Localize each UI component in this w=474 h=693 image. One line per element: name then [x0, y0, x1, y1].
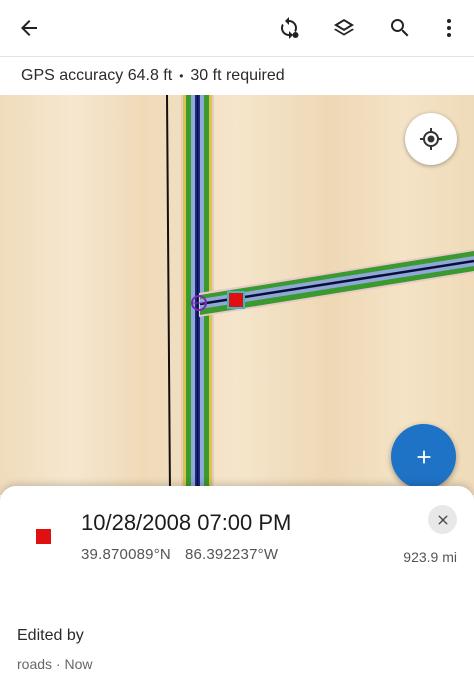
- back-button[interactable]: [9, 8, 49, 48]
- search-icon: [391, 19, 409, 37]
- feature-longitude: 86.392237°W: [184, 546, 279, 563]
- selected-point-marker[interactable]: [227, 291, 245, 309]
- layers-icon: [334, 19, 354, 36]
- sync-icon: [281, 17, 299, 39]
- plus-icon: [417, 450, 430, 463]
- feature-latitude: 39.870089°N: [81, 546, 171, 563]
- locate-icon: [420, 128, 442, 150]
- arrow-left-icon: [21, 20, 37, 36]
- layers-button[interactable]: [324, 8, 364, 48]
- feature-details-sheet: 10/28/2008 07:00 PM 39.870089°N 86.392237…: [0, 486, 474, 693]
- edited-by-label: Edited by: [17, 627, 84, 644]
- gps-required-text: 30 ft required: [190, 67, 285, 84]
- close-icon: [437, 514, 448, 525]
- more-vert-icon: [447, 19, 451, 37]
- edited-by-meta: roads · Now: [17, 656, 93, 672]
- sync-button[interactable]: [269, 8, 309, 48]
- close-sheet-button[interactable]: [428, 505, 457, 534]
- app-toolbar: [0, 0, 474, 57]
- more-options-button[interactable]: [429, 8, 469, 48]
- feature-distance: 923.9 mi: [403, 549, 457, 565]
- feature-title: 10/28/2008 07:00 PM: [81, 510, 292, 535]
- feature-coordinates: 39.870089°N 86.392237°W: [81, 546, 278, 563]
- feature-symbol-icon: [36, 529, 51, 544]
- add-feature-button[interactable]: [391, 424, 456, 489]
- search-button[interactable]: [380, 8, 420, 48]
- locate-button[interactable]: [405, 113, 457, 165]
- gps-accuracy-bar: GPS accuracy 64.8 ft • 30 ft required: [0, 57, 474, 95]
- gps-accuracy-text: GPS accuracy 64.8 ft: [21, 67, 173, 84]
- gps-separator: •: [179, 69, 184, 83]
